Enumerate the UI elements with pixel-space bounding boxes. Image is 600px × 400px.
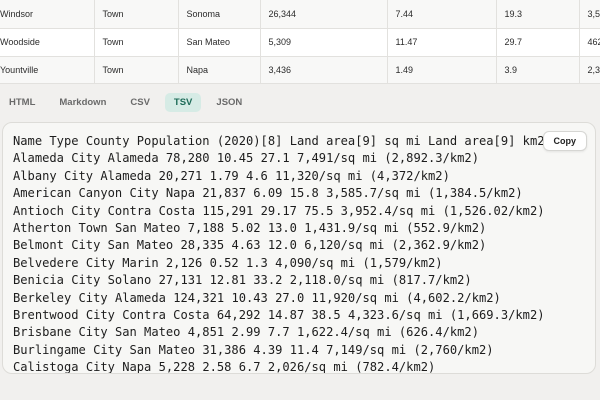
table-row: WoodsideTownSan Mateo5,30911.4729.7462.8… [0, 28, 600, 57]
data-table: WindsorTownSonoma26,3447.4419.33,540.9Wo… [0, 0, 600, 84]
table-cell: 1.49 [387, 56, 497, 83]
table-cell: Town [94, 56, 179, 83]
table-cell: San Mateo [178, 28, 261, 57]
code-line: Alameda City Alameda 78,280 10.45 27.1 7… [13, 151, 479, 166]
data-table-grid: WindsorTownSonoma26,3447.4419.33,540.9Wo… [0, 0, 600, 83]
code-line: Burlingame City San Mateo 31,386 4.39 11… [13, 342, 494, 357]
tab-markdown[interactable]: Markdown [50, 93, 115, 112]
code-line: Brisbane City San Mateo 4,851 2.99 7.7 1… [13, 325, 479, 340]
format-tabs: HTML Markdown CSV TSV JSON [0, 90, 257, 114]
code-panel: Name Type County Population (2020)[8] La… [2, 122, 596, 374]
code-line: Berkeley City Alameda 124,321 10.43 27.0… [13, 290, 501, 305]
code-line: Antioch City Contra Costa 115,291 29.17 … [13, 203, 545, 218]
table-cell: 11.47 [387, 28, 497, 57]
table-cell: 5,309 [260, 28, 388, 57]
table-cell: 3,540.9 [579, 0, 600, 29]
tab-tsv[interactable]: TSV [164, 92, 202, 112]
table-cell: Town [94, 28, 179, 57]
table-cell: Sonoma [178, 0, 261, 29]
table-cell: Napa [178, 56, 261, 83]
table-cell: 19.3 [496, 0, 580, 29]
code-line: American Canyon City Napa 21,837 6.09 15… [13, 186, 523, 201]
table-cell: 29.7 [496, 28, 580, 57]
code-line: Brentwood City Contra Costa 64,292 14.87… [13, 308, 545, 323]
code-line: Benicia City Solano 27,131 12.81 33.2 2,… [13, 273, 472, 288]
table-cell: Woodside [0, 28, 95, 57]
copy-button[interactable]: Copy [542, 131, 587, 151]
tab-html[interactable]: HTML [0, 93, 44, 112]
table-row: WindsorTownSonoma26,3447.4419.33,540.9 [0, 0, 600, 29]
bottom-strip [0, 386, 600, 400]
tab-json[interactable]: JSON [207, 93, 251, 112]
table-cell: Windsor [0, 0, 95, 29]
table-cell: 3.9 [496, 56, 580, 83]
tab-csv[interactable]: CSV [121, 93, 159, 112]
table-cell: 462.86 [579, 28, 600, 57]
table-cell: 7.44 [387, 0, 497, 29]
code-line: Belmont City San Mateo 28,335 4.63 12.0 … [13, 238, 487, 253]
code-line: Atherton Town San Mateo 7,188 5.02 13.0 … [13, 221, 487, 236]
code-line: Calistoga City Napa 5,228 2.58 6.7 2,026… [13, 360, 436, 373]
code-line: Belvedere City Marin 2,126 0.52 1.3 4,09… [13, 255, 443, 270]
table-cell: 2,306/s [579, 56, 600, 83]
code-line: Albany City Alameda 20,271 1.79 4.6 11,3… [13, 168, 450, 183]
tsv-output: Name Type County Population (2020)[8] La… [13, 133, 595, 373]
table-cell: 3,436 [260, 56, 388, 83]
table-cell: 26,344 [260, 0, 388, 29]
code-line: Name Type County Population (2020)[8] La… [13, 134, 545, 148]
table-cell: Town [94, 0, 179, 29]
table-cell: Yountville [0, 56, 95, 83]
table-row: YountvilleTownNapa3,4361.493.92,306/s [0, 56, 600, 83]
